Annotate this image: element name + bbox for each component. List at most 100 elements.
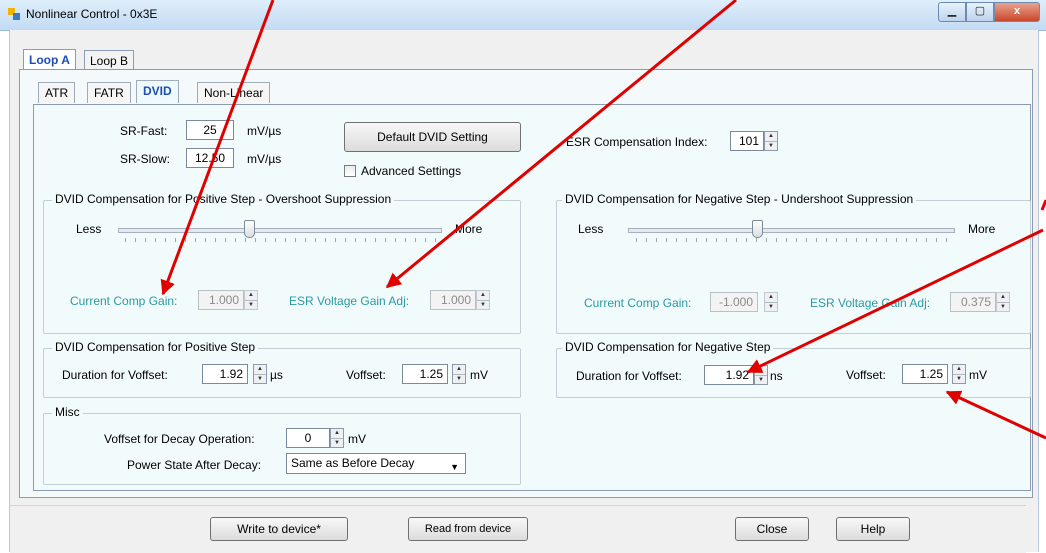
esr-index-input[interactable]: 101 [730, 131, 764, 151]
current-comp-gain-spinner: ▲ ▼ [764, 292, 778, 312]
tab-loop-a[interactable]: Loop A [23, 49, 76, 69]
esr-index-label: ESR Compensation Index: [566, 135, 708, 149]
slider-less-label: Less [578, 222, 604, 236]
tab-dvid[interactable]: DVID [136, 80, 179, 103]
spin-up-icon[interactable]: ▲ [453, 365, 465, 374]
esr-voltage-gain-spinner: ▲ ▼ [476, 290, 490, 310]
write-to-device-button[interactable]: Write to device* [210, 517, 348, 541]
read-from-device-button[interactable]: Read from device [408, 517, 528, 541]
help-button[interactable]: Help [836, 517, 910, 541]
negative-slider-track[interactable] [628, 228, 955, 233]
positive-slider-thumb[interactable] [244, 220, 255, 238]
advanced-settings-checkbox[interactable] [344, 165, 356, 177]
negative-step-undershoot-group [556, 200, 1031, 334]
decay-input[interactable]: 0 [286, 428, 330, 448]
voffset-unit: mV [470, 368, 488, 382]
spin-down-icon[interactable]: ▼ [755, 374, 767, 385]
group-title: Misc [52, 405, 83, 419]
slider-ticks [636, 238, 951, 242]
tab-fatr[interactable]: FATR [87, 82, 131, 103]
advanced-settings-label: Advanced Settings [361, 164, 462, 178]
minimize-button[interactable]: ▁ [938, 2, 966, 22]
positive-slider-track[interactable] [118, 228, 442, 233]
spin-down-icon[interactable]: ▼ [453, 373, 465, 384]
app-icon [8, 8, 20, 20]
spin-up-icon[interactable]: ▲ [755, 366, 767, 375]
esr-voltage-gain-field: 0.375 [950, 292, 996, 312]
spin-down-icon: ▼ [997, 301, 1009, 312]
default-dvid-setting-button[interactable]: Default DVID Setting [344, 122, 521, 152]
spin-up-icon: ▲ [1000, 294, 1006, 300]
tab-label: Loop B [90, 54, 129, 68]
tab-atr[interactable]: ATR [38, 82, 76, 103]
close-button[interactable]: Close [735, 517, 809, 541]
window-controls: ▁ ▢ x [938, 2, 1040, 22]
sr-fast-input[interactable]: 25 [186, 120, 234, 140]
sr-slow-input[interactable]: 12.50 [186, 148, 234, 168]
window-title: Nonlinear Control - 0x3E [26, 7, 158, 21]
positive-duration-spinner[interactable]: ▲ ▼ [253, 364, 267, 384]
slider-ticks [125, 238, 437, 242]
tab-label: Loop A [29, 53, 70, 67]
decay-unit: mV [348, 432, 366, 446]
sr-slow-unit: mV/µs [247, 152, 282, 166]
dropdown-arrow-icon: ▼ [450, 462, 459, 472]
arrow-5 [1040, 199, 1046, 211]
minimize-icon: ▁ [947, 5, 957, 17]
close-window-button[interactable]: x [994, 2, 1040, 22]
positive-voffset-input[interactable]: 1.25 [402, 364, 448, 384]
spin-up-icon[interactable]: ▲ [953, 365, 965, 374]
negative-duration-spinner[interactable]: ▲ ▼ [754, 365, 768, 385]
esr-voltage-gain-label: ESR Voltage Gain Adj: [289, 294, 410, 308]
current-comp-gain-field: -1.000 [710, 292, 758, 312]
esr-index-spinner[interactable]: ▲ ▼ [764, 131, 778, 151]
spin-down-icon[interactable]: ▼ [331, 437, 343, 448]
voffset-unit: mV [969, 368, 987, 382]
close-icon: x [1013, 5, 1021, 17]
tab-non-linear[interactable]: Non-Linear [197, 82, 271, 103]
negative-voffset-input[interactable]: 1.25 [902, 364, 948, 384]
positive-duration-input[interactable]: 1.92 [202, 364, 248, 384]
tab-label: DVID [143, 84, 172, 98]
negative-duration-input[interactable]: 1.92 [704, 365, 754, 385]
current-comp-gain-label: Current Comp Gain: [584, 296, 692, 310]
slider-less-label: Less [76, 222, 102, 236]
group-title: DVID Compensation for Negative Step [562, 340, 774, 354]
duration-label: Duration for Voffset: [576, 369, 682, 383]
tab-label: Non-Linear [204, 86, 264, 100]
slider-more-label: More [455, 222, 483, 236]
voffset-label: Voffset: [846, 368, 886, 382]
current-comp-gain-field: 1.000 [198, 290, 244, 310]
tab-label: FATR [94, 86, 124, 100]
spin-down-icon[interactable]: ▼ [953, 373, 965, 384]
esr-voltage-gain-spinner: ▲ ▼ [996, 292, 1010, 312]
positive-voffset-spinner[interactable]: ▲ ▼ [452, 364, 466, 384]
spin-down-icon[interactable]: ▼ [765, 140, 777, 151]
current-comp-gain-label: Current Comp Gain: [70, 294, 178, 308]
esr-voltage-gain-field: 1.000 [430, 290, 476, 310]
sr-fast-unit: mV/µs [247, 124, 282, 138]
tab-label: ATR [45, 86, 69, 100]
spin-down-icon[interactable]: ▼ [254, 373, 266, 384]
negative-slider-thumb[interactable] [752, 220, 763, 238]
spin-up-icon: ▲ [248, 292, 254, 298]
spin-up-icon[interactable]: ▲ [331, 429, 343, 438]
spin-down-icon: ▼ [477, 299, 489, 310]
spin-down-icon: ▼ [765, 301, 777, 312]
power-state-select[interactable]: Same as Before Decay ▼ [286, 453, 466, 474]
spin-up-icon[interactable]: ▲ [765, 132, 777, 141]
maximize-button[interactable]: ▢ [966, 2, 994, 22]
spin-up-icon[interactable]: ▲ [254, 365, 266, 374]
spin-up-icon: ▲ [480, 292, 486, 298]
sr-fast-label: SR-Fast: [120, 124, 168, 138]
duration-label: Duration for Voffset: [62, 368, 168, 382]
negative-voffset-spinner[interactable]: ▲ ▼ [952, 364, 966, 384]
slider-more-label: More [968, 222, 996, 236]
tab-loop-b[interactable]: Loop B [84, 50, 135, 70]
current-comp-gain-spinner: ▲ ▼ [244, 290, 258, 310]
voffset-label: Voffset: [346, 368, 386, 382]
group-title: DVID Compensation for Positive Step - Ov… [52, 192, 395, 206]
duration-unit: ns [770, 369, 783, 383]
maximize-icon: ▢ [974, 5, 986, 17]
decay-spinner[interactable]: ▲ ▼ [330, 428, 344, 448]
